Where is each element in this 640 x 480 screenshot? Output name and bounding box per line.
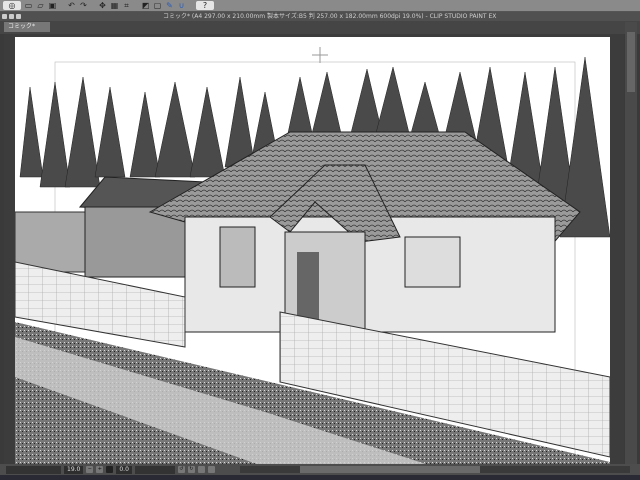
vertical-scrollbar[interactable] — [625, 22, 637, 466]
tab-bar: コミック* — [0, 21, 640, 34]
crop-icon[interactable]: ⌗ — [122, 1, 131, 10]
status-bar: 19.0 − + 0.0 ↺ ↻ — [0, 464, 640, 475]
zoom-slider[interactable] — [6, 465, 61, 474]
title-bar: コミック* (A4 297.00 x 210.00mm 製本サイズ:B5 判 2… — [0, 12, 640, 21]
angle-value[interactable]: 0.0 — [116, 465, 132, 474]
snap-ruler-icon[interactable]: ∪ — [177, 1, 186, 10]
transform-icon[interactable]: ✥ — [98, 1, 107, 10]
flip-icon[interactable] — [197, 466, 205, 473]
ruler-icon[interactable]: ◩ — [141, 1, 150, 10]
help-icon[interactable]: ? — [196, 1, 214, 10]
maximize-window-button[interactable] — [16, 14, 21, 19]
desktop-strip — [0, 475, 640, 480]
illustration-house — [14, 37, 611, 464]
reset-rotation-icon[interactable] — [207, 466, 215, 473]
zoom-out-icon[interactable]: − — [86, 466, 94, 473]
undo-icon[interactable]: ↶ — [67, 1, 76, 10]
rotate-slider[interactable] — [134, 465, 175, 474]
rotate-left-icon[interactable]: ↺ — [177, 466, 185, 473]
tab-comic[interactable]: コミック* — [4, 22, 50, 32]
horizontal-scrollbar[interactable] — [240, 466, 630, 473]
new-icon[interactable]: ▭ — [24, 1, 33, 10]
fill-icon[interactable]: ▦ — [110, 1, 119, 10]
save-icon[interactable]: ▣ — [48, 1, 57, 10]
clip-studio-icon[interactable]: ◎ — [3, 1, 21, 10]
zoom-value[interactable]: 19.0 — [64, 465, 84, 474]
open-icon[interactable]: ▱ — [36, 1, 45, 10]
pen-icon[interactable]: ✎ — [165, 1, 174, 10]
canvas-page[interactable] — [14, 37, 611, 464]
window-title: コミック* (A4 297.00 x 210.00mm 製本サイズ:B5 判 2… — [163, 13, 497, 20]
snap-icon[interactable]: ▢ — [153, 1, 162, 10]
minimize-window-button[interactable] — [9, 14, 14, 19]
rotate-right-icon[interactable]: ↻ — [187, 466, 195, 473]
close-window-button[interactable] — [2, 14, 7, 19]
fit-icon[interactable] — [106, 466, 114, 473]
main-toolbar: ◎ ▭ ▱ ▣ ↶ ↷ ✥ ▦ ⌗ ◩ ▢ ✎ ∪ ? — [0, 0, 640, 12]
zoom-in-icon[interactable]: + — [96, 466, 104, 473]
canvas-area[interactable] — [4, 34, 624, 464]
vertical-scroll-thumb[interactable] — [627, 32, 635, 92]
redo-icon[interactable]: ↷ — [79, 1, 88, 10]
horizontal-scroll-thumb[interactable] — [300, 466, 480, 473]
